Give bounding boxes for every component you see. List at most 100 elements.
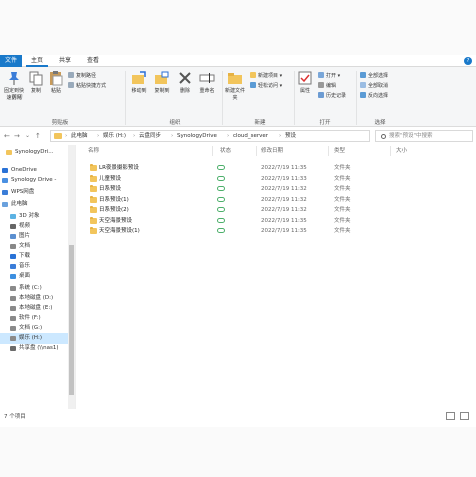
- sidebar-item-label: 此电脑: [11, 201, 28, 207]
- breadcrumb-this-pc[interactable]: 此电脑: [71, 131, 88, 141]
- column-divider: [212, 146, 213, 156]
- file-row[interactable]: LR夜景摄影预设 2022/7/19 11:35 文件夹: [80, 163, 380, 173]
- forward-button[interactable]: →: [14, 131, 20, 141]
- drive-icon: [10, 336, 16, 341]
- select-all-button[interactable]: 全部选择: [360, 72, 388, 80]
- cut-label[interactable]: 剪切: [2, 93, 32, 101]
- paste-shortcut-button[interactable]: 粘贴快捷方式: [68, 82, 106, 90]
- file-date: 2022/7/19 11:32: [261, 196, 307, 203]
- file-date: 2022/7/19 11:35: [261, 165, 307, 171]
- folder-icon: [90, 206, 97, 213]
- copy-to-button[interactable]: 复制到: [151, 70, 173, 95]
- new-item-label: 新建项目: [258, 73, 279, 79]
- invert-selection-button[interactable]: 反向选择: [360, 92, 388, 100]
- file-row[interactable]: 天空海景预设(1) 2022/7/19 11:35 文件夹: [80, 226, 380, 236]
- breadcrumb-cloud-sync[interactable]: 云盘同步: [139, 131, 161, 141]
- tab-file[interactable]: 文件: [0, 55, 22, 67]
- new-item-button[interactable]: 新建项目 ▾: [250, 72, 282, 80]
- search-input[interactable]: 搜索"预设"中搜索: [375, 130, 473, 142]
- tab-share[interactable]: 共享: [54, 55, 76, 67]
- select-none-button[interactable]: 全部取消: [360, 82, 388, 90]
- copy-to-label: 复制到: [154, 88, 170, 94]
- file-type: 文件夹: [334, 207, 351, 213]
- folder-icon: [90, 227, 97, 234]
- cloud-sync-status-icon: [217, 196, 225, 202]
- paste-shortcut-icon: [68, 82, 74, 88]
- file-name: LR夜景摄影预设: [99, 165, 139, 171]
- file-date: 2022/7/19 11:35: [261, 217, 307, 224]
- drive-icon: [10, 306, 16, 311]
- paste-icon: [50, 71, 63, 86]
- address-bar[interactable]: › 此电脑 › 娱乐 (H:) › 云盘同步 › SynologyDrive ›…: [50, 130, 370, 142]
- file-row[interactable]: 儿童预设 2022/7/19 11:33 文件夹: [80, 174, 380, 184]
- column-header-type[interactable]: 类型: [334, 147, 345, 156]
- history-button[interactable]: 历史记录: [318, 92, 346, 100]
- documents-icon: [10, 244, 16, 249]
- ribbon-divider: [356, 71, 357, 125]
- easy-access-button[interactable]: 轻松访问 ▾: [250, 82, 282, 90]
- cloud-sync-status-icon: [217, 217, 225, 223]
- large-icons-view-icon[interactable]: [460, 412, 469, 420]
- breadcrumb-drive-h[interactable]: 娱乐 (H:): [103, 131, 126, 141]
- properties-icon: [298, 71, 312, 85]
- column-header-date[interactable]: 修改日期: [261, 147, 283, 156]
- details-view-icon[interactable]: [446, 412, 455, 420]
- tab-home[interactable]: 主页: [26, 55, 48, 67]
- breadcrumb-synologydrive[interactable]: SynologyDrive: [177, 131, 217, 141]
- sidebar-item[interactable]: Synology Drive -: [0, 175, 68, 186]
- back-button[interactable]: ←: [4, 131, 10, 141]
- breadcrumb-separator: ›: [65, 133, 68, 139]
- onedrive-icon: [2, 168, 8, 173]
- tab-view[interactable]: 查看: [82, 55, 104, 67]
- sidebar-item[interactable]: WPS网盘: [0, 187, 68, 198]
- properties-button[interactable]: 属性: [296, 70, 314, 95]
- column-header-size[interactable]: 大小: [396, 147, 407, 156]
- column-divider: [328, 146, 329, 156]
- file-row[interactable]: 天空海景预设 2022/7/19 11:35 文件夹: [80, 216, 380, 226]
- folder-icon: [90, 174, 97, 182]
- sidebar-item[interactable]: 此电脑: [0, 199, 68, 210]
- new-folder-button[interactable]: 新建文件夹: [224, 70, 246, 102]
- recent-locations-button[interactable]: ⌄: [25, 131, 30, 141]
- sidebar-item[interactable]: 共享盘 (\\nas1): [0, 343, 68, 354]
- new-group-label: 新建: [254, 120, 266, 126]
- delete-x-icon: [179, 72, 191, 84]
- rename-button[interactable]: 重命名: [196, 70, 218, 95]
- desktop-icon: [10, 274, 16, 279]
- sidebar-item[interactable]: 桌面: [0, 271, 68, 282]
- up-button[interactable]: ↑: [35, 131, 41, 141]
- copy-icon: [29, 71, 43, 86]
- ribbon-divider: [125, 71, 126, 125]
- pictures-icon: [10, 234, 16, 239]
- new-folder-icon: [228, 73, 242, 84]
- folder-icon: [90, 216, 97, 224]
- cloud-sync-status-icon: [217, 228, 225, 233]
- folder-icon: [90, 164, 97, 171]
- file-name: 天空海景预设(1): [99, 228, 140, 234]
- navigation-pane-scroll-thumb[interactable]: [69, 245, 74, 395]
- column-header-name[interactable]: 名称: [88, 147, 99, 156]
- cloud-sync-status-icon: [217, 165, 225, 170]
- edit-button[interactable]: 编辑: [318, 82, 336, 90]
- breadcrumb-presets[interactable]: 预设: [285, 131, 296, 141]
- paste-button[interactable]: 粘贴: [48, 70, 64, 95]
- sidebar-item-label: SynologyDri...: [15, 149, 54, 155]
- file-type: 文件夹: [334, 175, 351, 182]
- videos-icon: [10, 224, 16, 229]
- copy-button[interactable]: 复制: [28, 70, 44, 95]
- move-to-button[interactable]: 移动到: [128, 70, 150, 95]
- file-row[interactable]: 日系预设(1) 2022/7/19 11:32 文件夹: [80, 195, 380, 205]
- drive-icon: [10, 316, 16, 321]
- open-button[interactable]: 打开 ▾: [318, 72, 340, 80]
- file-row[interactable]: 日系预设(2) 2022/7/19 11:32 文件夹: [80, 205, 380, 215]
- help-icon[interactable]: ?: [464, 57, 472, 65]
- file-row[interactable]: 日系预设 2022/7/19 11:32 文件夹: [80, 184, 380, 194]
- copy-path-button[interactable]: 复制路径: [68, 72, 96, 80]
- sidebar-item[interactable]: SynologyDri...: [0, 147, 68, 158]
- file-name: 日系预设(2): [99, 207, 129, 213]
- column-header-status[interactable]: 状态: [220, 147, 231, 156]
- delete-button[interactable]: 删除: [176, 70, 194, 95]
- open-label: 打开: [326, 73, 337, 79]
- breadcrumb-cloud-server[interactable]: cloud_server: [233, 131, 268, 141]
- new-folder-label: 新建文件夹: [224, 88, 245, 101]
